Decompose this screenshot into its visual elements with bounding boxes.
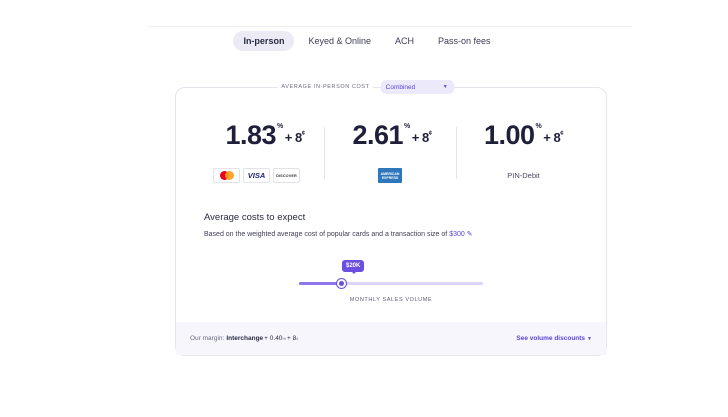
pencil-icon[interactable]: ✎ [467, 230, 473, 238]
tab-keyed-online[interactable]: Keyed & Online [298, 31, 381, 51]
tab-pass-on-fees[interactable]: Pass-on fees [428, 31, 501, 51]
rate-fee: + 8 [411, 130, 429, 145]
margin-prefix: Our margin: [190, 335, 225, 342]
margin-interchange: Interchange [226, 335, 264, 342]
select-value: Combined [385, 83, 416, 91]
discover-logo: DISCOVER [273, 168, 300, 183]
rate-fee: + 8 [284, 130, 302, 145]
discover-text: DISCOVER [276, 173, 297, 178]
cost-header: AVERAGE IN-PERSON COST Combined ▼ [0, 80, 728, 94]
cost-label: AVERAGE IN-PERSON COST [278, 84, 373, 90]
slider-thumb[interactable] [336, 279, 346, 288]
chevron-down-icon: ▼ [442, 84, 448, 90]
slider-fill [299, 282, 342, 285]
see-volume-discounts-link[interactable]: See volume discounts ▼ [516, 335, 592, 342]
rate-pct: % [277, 123, 283, 130]
rate-pin-debit: 1.00 % + 8 ¢ [476, 120, 571, 151]
pin-debit-label: PIN-Debit [507, 171, 540, 180]
rate-divider [456, 127, 457, 179]
costs-title: Average costs to expect [204, 212, 306, 223]
margin-pct: % [282, 336, 286, 341]
pricing-footer: Our margin: Interchange + 0.40 % + 8 ¢ S… [176, 322, 606, 355]
slider-label: MONTHLY SALES VOLUME [349, 297, 433, 303]
tab-ach[interactable]: ACH [385, 31, 424, 51]
rate-value: 2.61 [352, 120, 404, 150]
rate-cent: ¢ [560, 131, 564, 137]
margin-fee: + 8 [287, 335, 297, 342]
rate-value: 1.83 [225, 120, 277, 150]
slider-badge-tail [351, 271, 357, 274]
rate-divider [324, 127, 325, 179]
margin-cent: ¢ [296, 336, 299, 341]
tab-in-person[interactable]: In-person [233, 31, 295, 51]
slider-track[interactable] [299, 282, 483, 285]
rate-amex: 2.61 % + 8 ¢ [347, 120, 437, 151]
rate-cent: ¢ [428, 131, 432, 137]
rate-fee: + 8 [543, 130, 561, 145]
volume-link-text: See volume discounts [516, 335, 586, 342]
visa-logo: VISA [243, 168, 270, 183]
rate-cent: ¢ [301, 131, 305, 137]
rate-pct: % [404, 123, 410, 130]
cost-type-select[interactable]: Combined ▼ [380, 80, 454, 94]
card-logos: VISA DISCOVER [213, 168, 300, 183]
visa-text: VISA [247, 171, 266, 180]
rate-standard: 1.83 % + 8 ¢ [215, 120, 315, 151]
rate-pct: % [535, 123, 542, 130]
rate-value: 1.00 [483, 120, 535, 150]
costs-subtitle-text: Based on the weighted average cost of po… [204, 230, 448, 238]
rates-row: 1.83 % + 8 ¢ 2.61 % + 8 ¢ 1.00 % + 8 ¢ [0, 120, 728, 190]
amex-text: AMERICAN EXPRESS [380, 171, 400, 180]
costs-subtitle: Based on the weighted average cost of po… [204, 230, 473, 239]
chevron-down-icon: ▼ [587, 335, 592, 342]
margin-text: Our margin: Interchange + 0.40 % + 8 ¢ [190, 335, 298, 342]
top-divider [148, 26, 632, 27]
mastercard-logo [213, 168, 240, 183]
margin-value: + 0.40 [264, 335, 283, 342]
amex-logo: AMERICAN EXPRESS [378, 168, 402, 183]
payment-type-tabs: In-person Keyed & Online ACH Pass-on fee… [0, 31, 728, 51]
transaction-amount[interactable]: $300 [449, 231, 465, 238]
